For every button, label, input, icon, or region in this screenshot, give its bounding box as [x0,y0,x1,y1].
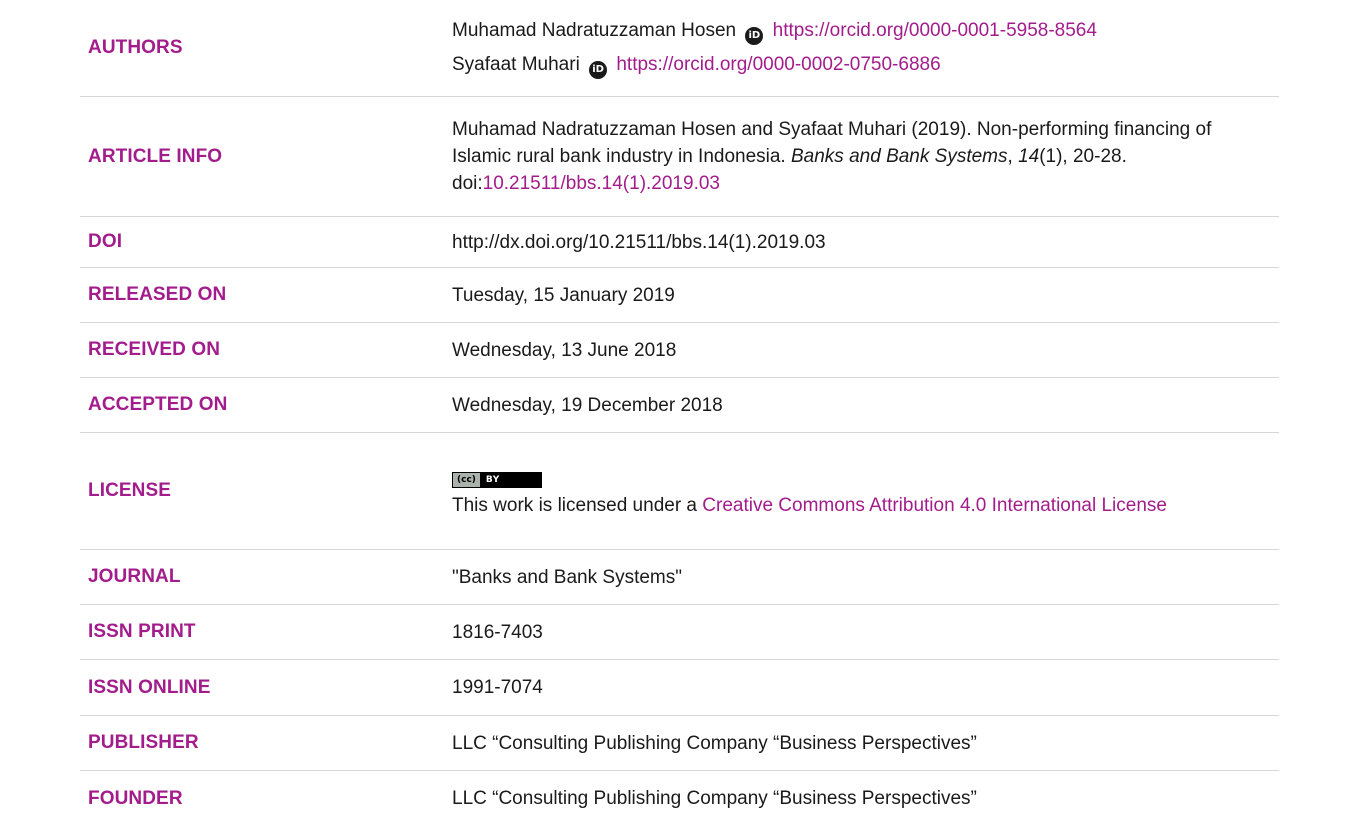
row-publisher: PUBLISHER LLC “Consulting Publishing Com… [80,716,1279,771]
label-founder: FOUNDER [88,787,183,809]
label-journal: JOURNAL [88,566,181,587]
cc-by-badge-icon[interactable]: (cc) BY [452,472,542,489]
row-issn-print: ISSN PRINT 1816-7403 [80,605,1279,660]
article-citation: Muhamad Nadratuzzaman Hosen and Syafaat … [452,116,1279,197]
issn-online-value: 1991-7074 [452,677,543,698]
label-license: LICENSE [88,480,172,501]
license-text: This work is licensed under a [452,495,703,517]
released-date: Tuesday, 15 January 2019 [452,284,675,306]
row-journal: JOURNAL "Banks and Bank Systems" [80,550,1279,605]
label-issn-online: ISSN ONLINE [88,676,211,698]
publisher-name: LLC “Consulting Publishing Company “Busi… [452,732,977,754]
orcid-icon[interactable]: iD [589,61,608,79]
row-license: LICENSE (cc) BY This work is licensed un… [80,433,1279,550]
row-received-on: RECEIVED ON Wednesday, 13 June 2018 [80,323,1279,378]
row-doi: DOI http://dx.doi.org/10.21511/bbs.14(1)… [80,217,1279,268]
accepted-date: Wednesday, 19 December 2018 [452,394,723,416]
founder-name: LLC “Consulting Publishing Company “Busi… [452,788,977,809]
label-doi: DOI [88,231,123,252]
row-released-on: RELEASED ON Tuesday, 15 January 2019 [80,268,1279,323]
row-accepted-on: ACCEPTED ON Wednesday, 19 December 2018 [80,378,1279,433]
article-info-table: AUTHORS Muhamad Nadratuzzaman Hosen iD h… [80,0,1279,826]
issn-print-value: 1816-7403 [452,621,543,643]
label-issn-print: ISSN PRINT [88,621,196,642]
label-publisher: PUBLISHER [88,732,199,753]
author-entry: Muhamad Nadratuzzaman Hosen iD https://o… [452,17,1279,45]
license-link[interactable]: Creative Commons Attribution 4.0 Interna… [702,495,1167,516]
author-name: Syafaat Muhari [452,54,580,75]
cc-badge-right: BY [485,474,500,485]
row-issn-online: ISSN ONLINE 1991-7074 [80,660,1279,716]
label-released-on: RELEASED ON [88,284,227,305]
orcid-icon[interactable]: iD [745,27,764,45]
license-info: (cc) BY This work is licensed under a Cr… [452,463,1279,520]
citation-doi-link[interactable]: 10.21511/bbs.14(1).2019.03 [483,173,720,194]
cc-badge-left: (cc) [453,473,480,488]
citation-volume: 14 [1018,146,1040,167]
journal-name: "Banks and Bank Systems" [452,566,682,588]
label-received-on: RECEIVED ON [88,339,221,360]
author-name: Muhamad Nadratuzzaman Hosen [452,20,737,41]
row-founder: FOUNDER LLC “Consulting Publishing Compa… [80,771,1279,826]
row-article-info: ARTICLE INFO Muhamad Nadratuzzaman Hosen… [80,97,1279,217]
citation-journal: Banks and Bank Systems [791,146,1008,167]
row-authors: AUTHORS Muhamad Nadratuzzaman Hosen iD h… [80,0,1279,97]
authors-list: Muhamad Nadratuzzaman Hosen iD https://o… [452,17,1279,79]
label-authors: AUTHORS [88,37,183,58]
label-accepted-on: ACCEPTED ON [88,394,228,415]
author-entry: Syafaat Muhari iD https://orcid.org/0000… [452,51,1279,79]
label-article-info: ARTICLE INFO [88,145,223,167]
received-date: Wednesday, 13 June 2018 [452,339,677,361]
orcid-link[interactable]: https://orcid.org/0000-0002-0750-6886 [616,54,940,75]
citation-comma: , [1007,146,1019,167]
orcid-link[interactable]: https://orcid.org/0000-0001-5958-8564 [773,20,1097,41]
doi-value: http://dx.doi.org/10.21511/bbs.14(1).201… [452,231,826,253]
